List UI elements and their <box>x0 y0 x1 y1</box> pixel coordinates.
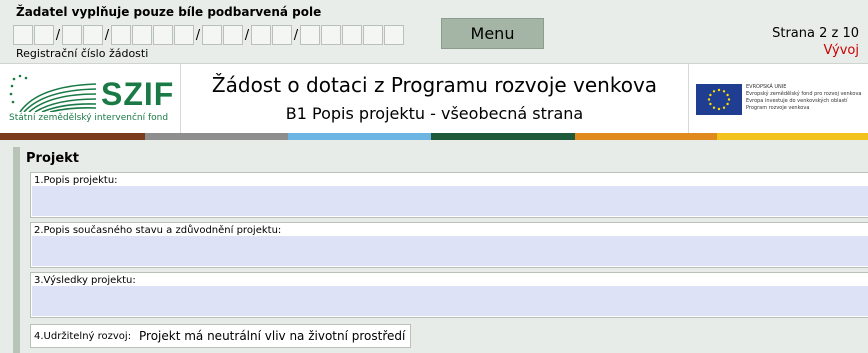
reg-digit-box[interactable] <box>34 25 54 45</box>
current-state-input[interactable] <box>32 236 868 266</box>
section-title: Projekt <box>26 151 80 166</box>
reg-digit-box[interactable] <box>251 25 271 45</box>
szif-logo-text: SZIF <box>101 76 175 112</box>
szif-logo: SZIF Státní zemědělský intervenční fond <box>0 64 181 134</box>
page-indicator: Strana 2 z 10 <box>772 26 859 41</box>
sustainability-field: 4.Udržitelný rozvoj: Projekt má neutráln… <box>30 324 411 348</box>
reg-digit-box[interactable] <box>363 25 383 45</box>
eu-flag-icon <box>696 84 742 115</box>
registration-label: Registrační číslo žádosti <box>16 47 149 60</box>
reg-digit-box[interactable] <box>132 25 152 45</box>
reg-digit-box[interactable] <box>202 25 222 45</box>
sustainability-value[interactable]: Projekt má neutrální vliv na životní pro… <box>139 329 405 343</box>
reg-digit-box[interactable] <box>174 25 194 45</box>
eu-logo: EVROPSKÁ UNIE Evropský zemědělský fond p… <box>688 64 868 134</box>
eu-line: Evropský zemědělský fond pro rozvoj venk… <box>746 91 862 97</box>
eu-line: Program rozvoje venkova <box>746 105 810 111</box>
stripe-segment <box>288 133 431 140</box>
stripe-segment <box>431 133 575 140</box>
stripe-segment <box>717 133 868 140</box>
reg-separator: / <box>55 28 61 43</box>
color-stripe <box>0 133 868 140</box>
form-header: SZIF Státní zemědělský intervenční fond … <box>0 63 868 134</box>
field-label: 1.Popis projektu: <box>34 175 118 186</box>
stripe-segment <box>0 133 145 140</box>
field-label: 3.Výsledky projektu: <box>34 275 136 286</box>
environment-badge: Vývoj <box>823 43 860 58</box>
szif-logo-subtitle: Státní zemědělský intervenční fond <box>9 113 169 123</box>
reg-digit-box[interactable] <box>342 25 362 45</box>
fields-logo-icon <box>9 74 96 112</box>
reg-digit-box[interactable] <box>62 25 82 45</box>
reg-digit-box[interactable] <box>111 25 131 45</box>
reg-digit-box[interactable] <box>300 25 320 45</box>
eu-line: Evropa investuje do venkovských oblastí <box>746 98 848 104</box>
project-results-field: 3.Výsledky projektu: <box>30 272 868 318</box>
reg-digit-box[interactable] <box>153 25 173 45</box>
reg-digit-box[interactable] <box>13 25 33 45</box>
reg-digit-box[interactable] <box>83 25 103 45</box>
reg-separator: / <box>195 28 201 43</box>
form-title: Žádost o dotaci z Programu rozvoje venko… <box>211 73 658 97</box>
registration-number-field[interactable]: / / / / / <box>13 25 405 45</box>
field-label: 2.Popis současného stavu a zdůvodnění pr… <box>34 225 282 236</box>
current-state-field: 2.Popis současného stavu a zdůvodnění pr… <box>30 222 868 268</box>
eu-line: EVROPSKÁ UNIE <box>746 84 787 90</box>
reg-digit-box[interactable] <box>223 25 243 45</box>
section-bar <box>13 147 20 353</box>
menu-button[interactable]: Menu <box>441 18 544 49</box>
reg-separator: / <box>244 28 250 43</box>
stripe-segment <box>575 133 717 140</box>
top-bar: Žadatel vyplňuje pouze bíle podbarvená p… <box>0 0 868 63</box>
project-description-input[interactable] <box>32 186 868 216</box>
reg-digit-box[interactable] <box>272 25 292 45</box>
reg-separator: / <box>104 28 110 43</box>
stripe-segment <box>145 133 288 140</box>
field-label: 4.Udržitelný rozvoj: <box>34 331 132 342</box>
project-description-field: 1.Popis projektu: <box>30 172 868 218</box>
reg-separator: / <box>293 28 299 43</box>
instruction-text: Žadatel vyplňuje pouze bíle podbarvená p… <box>16 5 322 19</box>
project-section: Projekt 1.Popis projektu: 2.Popis součas… <box>13 147 868 353</box>
reg-digit-box[interactable] <box>321 25 341 45</box>
eu-text: EVROPSKÁ UNIE Evropský zemědělský fond p… <box>746 84 861 112</box>
form-subtitle: B1 Popis projektu - všeobecná strana <box>285 104 584 123</box>
reg-digit-box[interactable] <box>384 25 404 45</box>
project-results-input[interactable] <box>32 286 868 316</box>
